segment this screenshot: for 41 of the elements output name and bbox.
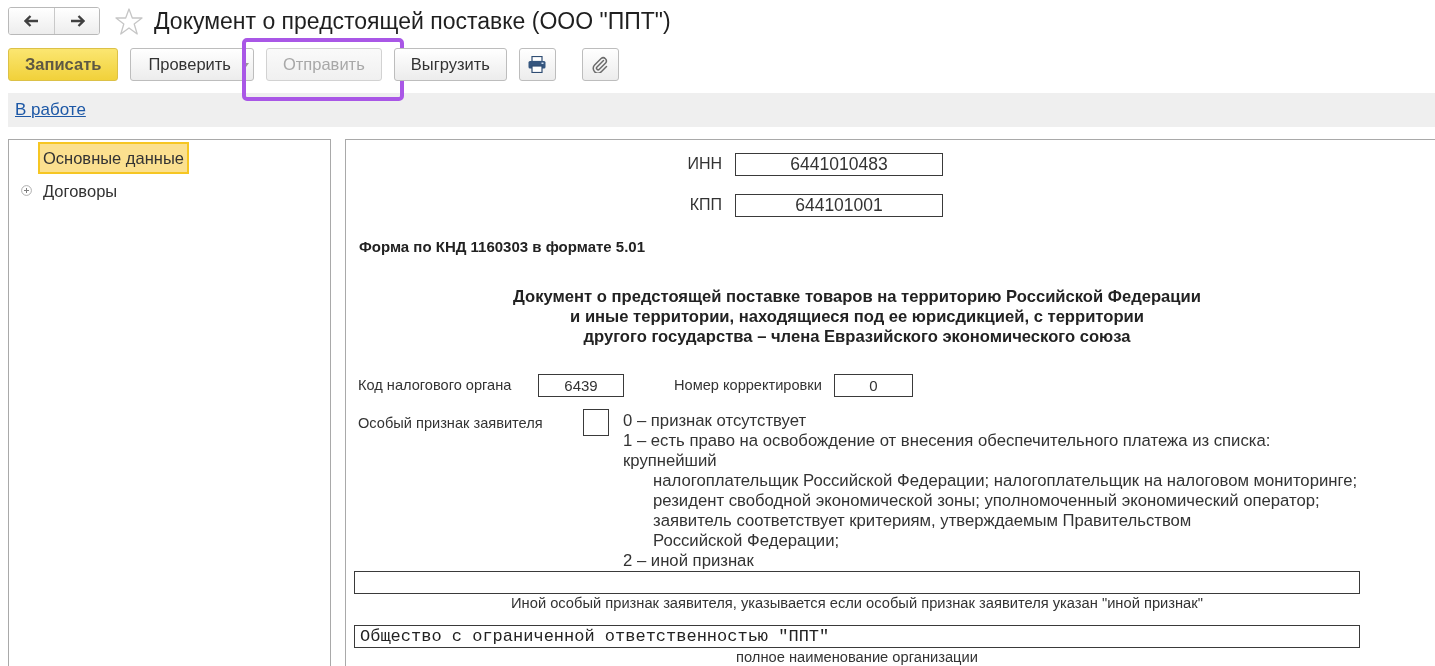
legend-subline: налогоплательщик Российской Федерации; налогоплательщик на налоговом мониторинге; (652, 471, 1358, 491)
print-button[interactable] (518, 48, 556, 81)
legend-subline: Российской Федерации; (652, 531, 841, 551)
field-caption: Иной особый признак заявителя, указывается если особый признак заявителя указан "иной признак" (510, 594, 1204, 612)
form-code-text: Форма по КНД 1160303 в формате 5.01 (358, 237, 647, 257)
star-icon[interactable] (115, 7, 143, 35)
tree-item[interactable]: Основные данные (38, 141, 189, 174)
input-field[interactable]: 644101001 (735, 193, 943, 217)
printer-icon (528, 56, 547, 73)
tree-item[interactable]: Договоры (38, 174, 123, 207)
legend-subline: заявитель соответствует критериям, утверждаемым Правительством (652, 511, 1193, 531)
input-field[interactable]: 6441010483 (735, 152, 943, 176)
toolbar-button[interactable]: Выгрузить (393, 48, 507, 81)
field-label: Особый признак заявителя (357, 414, 544, 433)
field-label: Код налогового органа (357, 375, 513, 395)
forward-button[interactable] (54, 8, 99, 34)
field-label: ИНН (686, 154, 722, 174)
input-field[interactable] (354, 571, 1360, 594)
legend-line: 0 – признак отсутствует (623, 411, 808, 431)
input-field[interactable]: 0 (834, 374, 913, 397)
field-caption: полное наименование организации (735, 648, 979, 666)
dropdown-button[interactable]: Проверить (130, 48, 254, 81)
input-field[interactable] (583, 409, 609, 436)
field-label: Номер корректировки (674, 375, 823, 395)
paperclip-icon (592, 56, 609, 73)
back-button[interactable] (9, 8, 54, 34)
field-label: КПП (688, 195, 722, 215)
right-arrow-icon (69, 15, 85, 27)
legend-line: крупнейший (623, 451, 718, 471)
document-heading: Документ о предстоящей поставке товаров на территорию Российской Федерации и иные территории, находящиеся под ее юрисдикцией, с территории другого государства – члена Евразийского экономического союза (512, 287, 1202, 347)
primary-button[interactable]: Записать (8, 48, 119, 81)
status-link[interactable]: В работе (15, 100, 86, 119)
expand-plus-icon[interactable] (21, 185, 32, 196)
window-title: Документ о предстоящей поставке (ООО "ППТ") (154, 7, 671, 35)
legend-line: 2 – иной признак (623, 551, 755, 571)
attach-button[interactable] (581, 48, 619, 81)
input-field[interactable]: Общество с ограниченной ответственностью "ППТ" (354, 625, 1360, 648)
legend-subline: резидент свободной экономической зоны; уполномоченный экономический оператор; (652, 491, 1321, 511)
legend-line: 1 – есть право на освобождение от внесения обеспечительного платежа из списка: (623, 431, 1272, 451)
input-field[interactable]: 6439 (538, 374, 624, 397)
left-arrow-icon (24, 15, 39, 27)
